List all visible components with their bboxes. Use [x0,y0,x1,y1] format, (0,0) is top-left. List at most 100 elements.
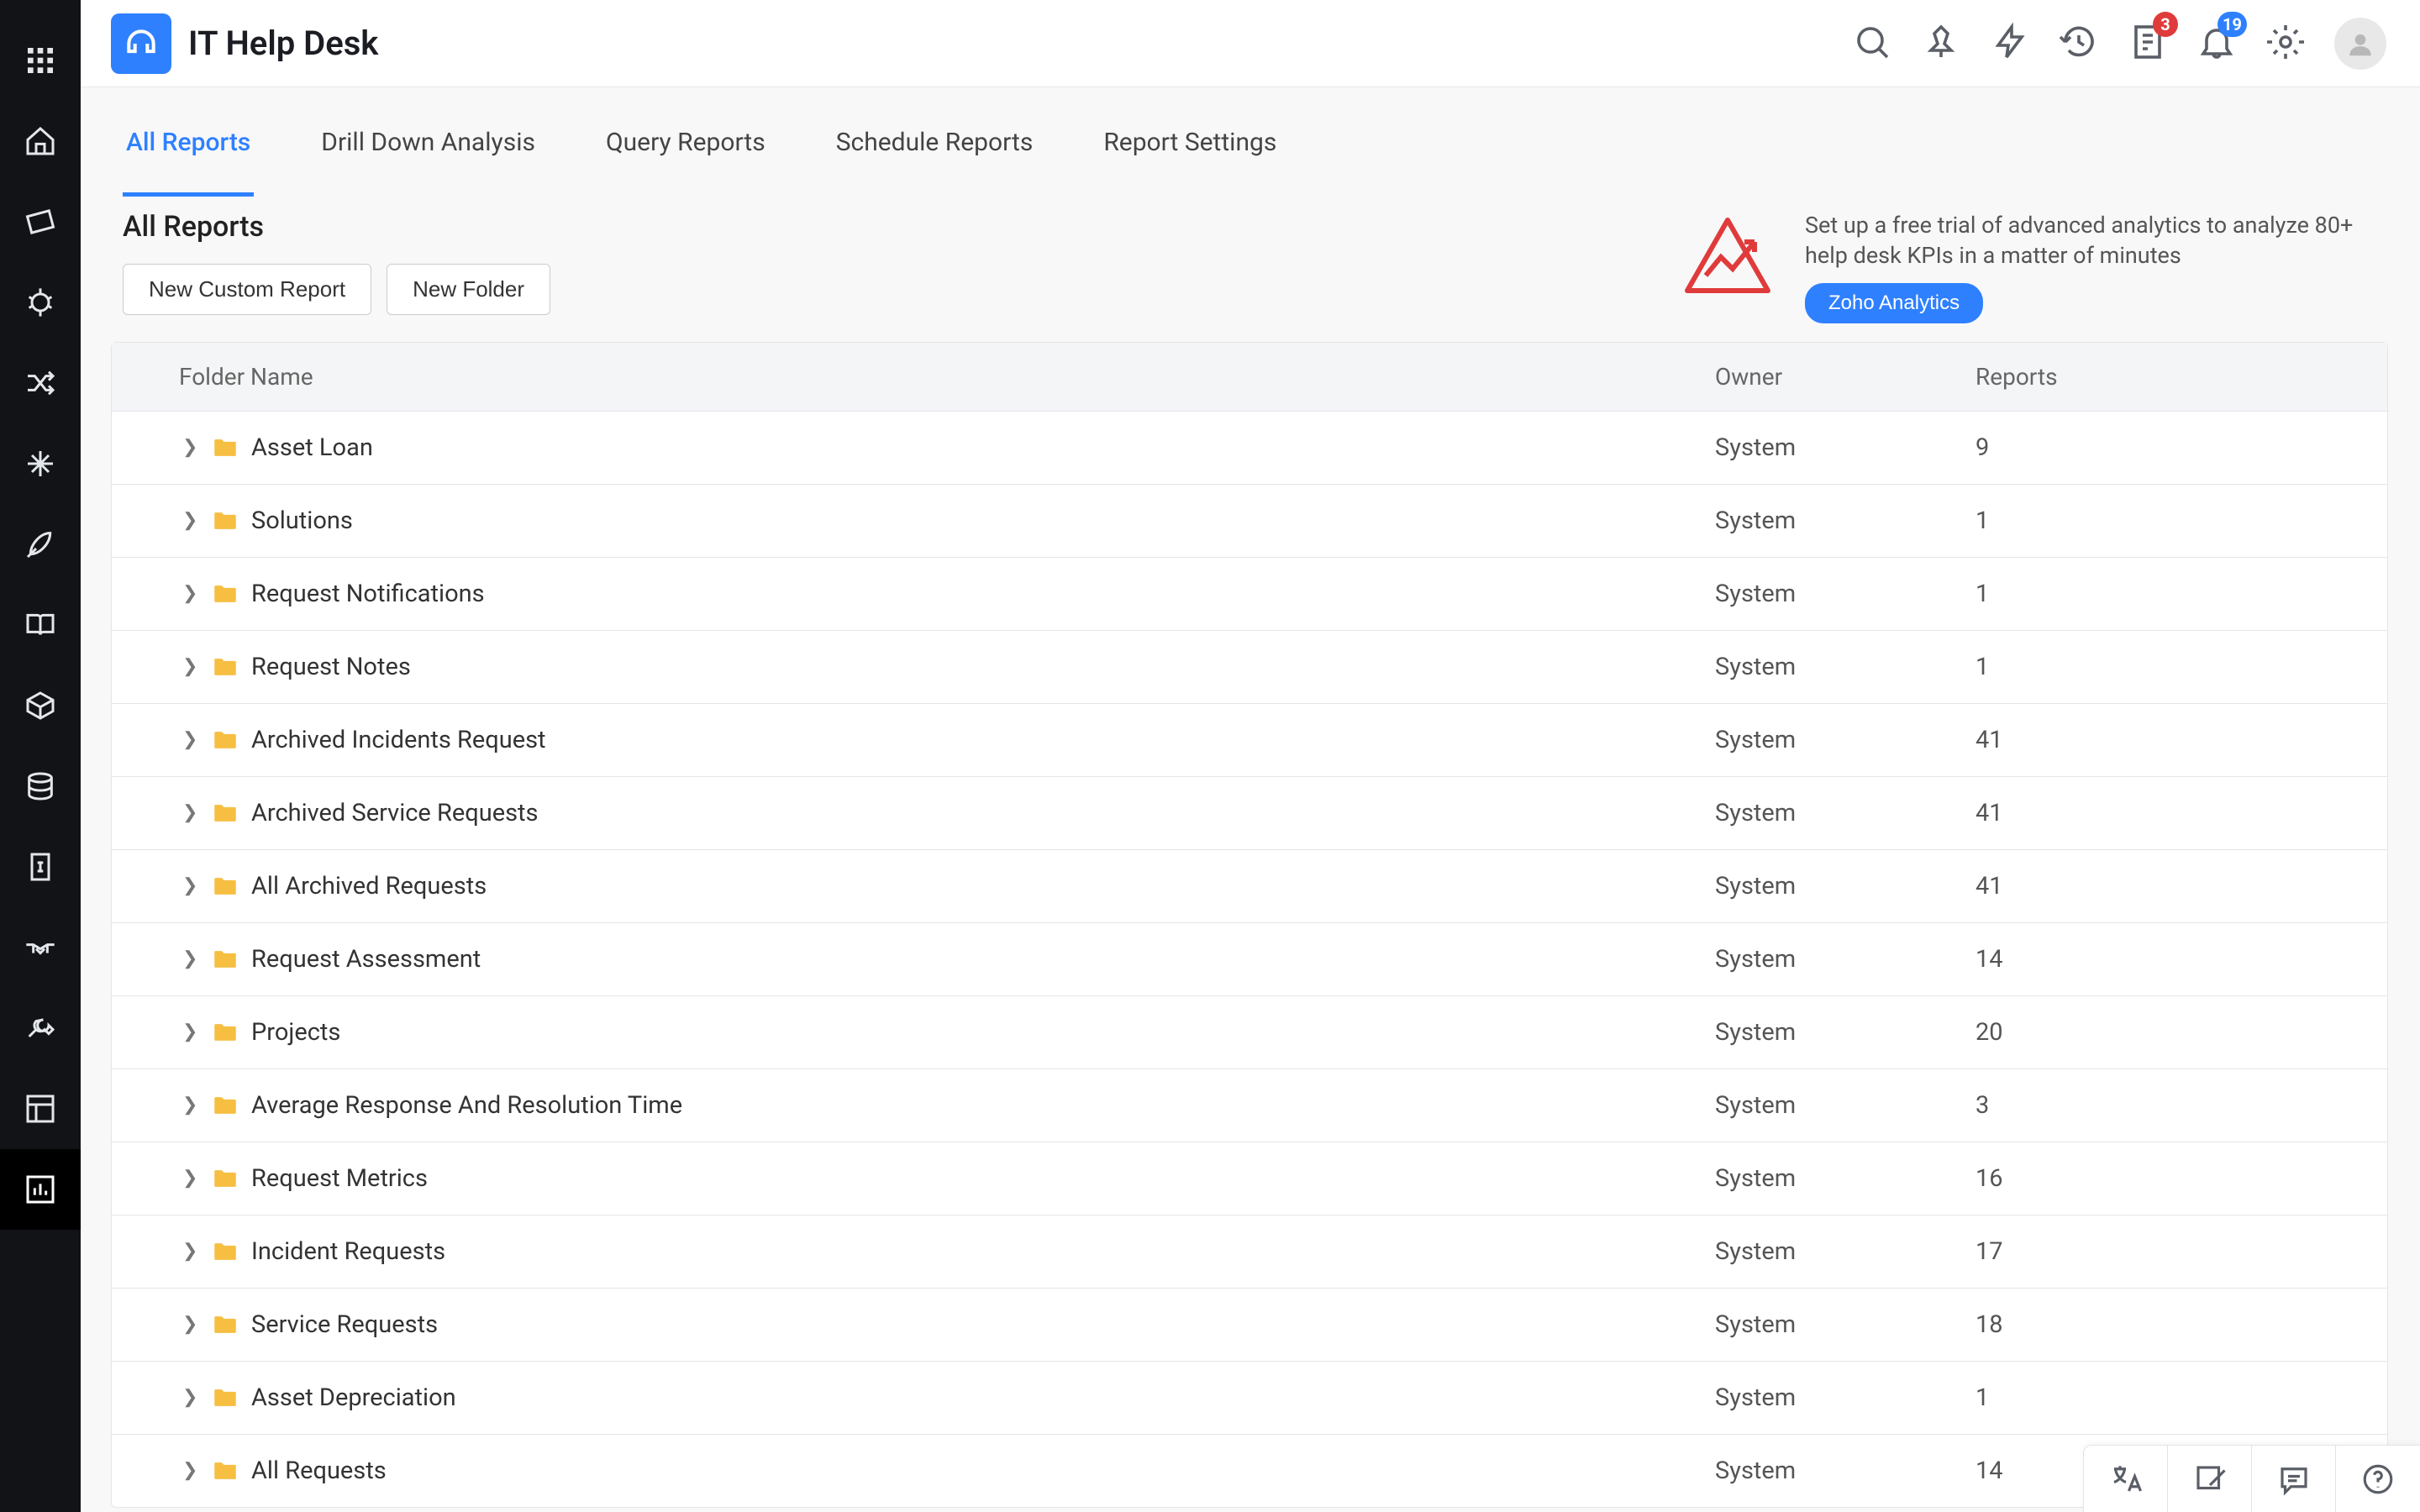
folder-icon [211,1237,239,1266]
table-header: Folder Name Owner Reports [112,343,2387,412]
history-icon[interactable] [2059,22,2099,66]
chevron-right-icon[interactable]: ❯ [182,1387,199,1408]
content-scroll[interactable]: All Reports Drill Down Analysis Query Re… [81,87,2420,1512]
folder-icon [211,1091,239,1120]
new-custom-report-button[interactable]: New Custom Report [123,264,371,315]
compose-icon[interactable] [2168,1446,2252,1512]
table-row[interactable]: ❯ Asset Depreciation System1 [112,1362,2387,1435]
folder-icon [211,580,239,608]
tasks-icon[interactable]: 3 [2128,22,2168,66]
notifications-badge: 19 [2217,12,2247,37]
cube-icon[interactable] [0,665,81,746]
col-reports[interactable]: Reports [1975,343,2387,411]
chevron-right-icon[interactable]: ❯ [182,1095,199,1116]
table-row[interactable]: ❯Incident RequestsSystem17 [112,1215,2387,1289]
zoho-analytics-button[interactable]: Zoho Analytics [1805,283,1983,323]
table-row[interactable]: ❯SolutionsSystem1 [112,485,2387,558]
apps-grid-icon[interactable] [0,20,81,101]
wrench-icon[interactable] [0,988,81,1068]
folder-owner: System [1715,1215,1975,1288]
col-owner[interactable]: Owner [1715,343,1975,411]
folder-report-count: 3 [1975,1069,2387,1142]
folder-icon [211,1383,239,1412]
col-folder-name[interactable]: Folder Name [112,343,1715,411]
app-logo[interactable] [111,13,171,74]
folder-report-count: 17 [1975,1215,2387,1288]
folder-icon [211,1457,239,1485]
new-folder-button[interactable]: New Folder [387,264,550,315]
folder-report-count: 1 [1975,1362,2387,1434]
handshake-icon[interactable] [0,907,81,988]
chevron-right-icon[interactable]: ❯ [182,437,199,458]
tab-query-reports[interactable]: Query Reports [602,113,769,197]
chevron-right-icon[interactable]: ❯ [182,1168,199,1189]
translate-icon[interactable] [2084,1446,2168,1512]
page-title: All Reports [123,210,1649,244]
analytics-promo: Set up a free trial of advanced analytic… [1676,210,2390,323]
chevron-right-icon[interactable]: ❯ [182,656,199,677]
chevron-right-icon[interactable]: ❯ [182,510,199,531]
avatar[interactable] [2334,18,2386,70]
table-row[interactable]: ❯Asset LoanSystem9 [112,412,2387,485]
chevron-right-icon[interactable]: ❯ [182,802,199,823]
folder-report-count: 1 [1975,558,2387,630]
rocket-icon[interactable] [0,504,81,585]
folder-icon [211,433,239,462]
folder-owner: System [1715,631,1975,703]
table-row[interactable]: ❯All RequestsSystem14 [112,1435,2387,1507]
tab-drill-down[interactable]: Drill Down Analysis [318,113,539,197]
tasks-badge: 3 [2153,12,2178,37]
shuffle-icon[interactable] [0,343,81,423]
folder-name: All Requests [251,1457,387,1485]
reports-icon[interactable] [0,1149,81,1230]
folder-owner: System [1715,1362,1975,1434]
table-row[interactable]: ❯Archived Service RequestsSystem41 [112,777,2387,850]
table-row[interactable]: ❯All Archived RequestsSystem41 [112,850,2387,923]
table-row[interactable]: ❯Request NotesSystem1 [112,631,2387,704]
bug-icon[interactable] [0,262,81,343]
invoice-icon[interactable] [0,827,81,907]
chevron-right-icon[interactable]: ❯ [182,1460,199,1481]
book-icon[interactable] [0,585,81,665]
folder-owner: System [1715,558,1975,630]
folder-icon [211,872,239,900]
database-icon[interactable] [0,746,81,827]
table-row[interactable]: ❯Request MetricsSystem16 [112,1142,2387,1215]
tools-icon[interactable] [0,423,81,504]
tab-schedule-reports[interactable]: Schedule Reports [833,113,1037,197]
folder-icon [211,945,239,974]
chevron-right-icon[interactable]: ❯ [182,583,199,604]
table-row[interactable]: ❯Service RequestsSystem18 [112,1289,2387,1362]
folder-icon [211,1310,239,1339]
table-row[interactable]: ❯Archived Incidents RequestSystem41 [112,704,2387,777]
search-icon[interactable] [1852,22,1892,66]
folder-name: Asset Depreciation [251,1383,456,1412]
tab-report-settings[interactable]: Report Settings [1100,113,1280,197]
pin-icon[interactable] [1921,22,1961,66]
folder-name: Service Requests [251,1310,438,1339]
chevron-right-icon[interactable]: ❯ [182,1241,199,1262]
table-row[interactable]: ❯ProjectsSystem20 [112,996,2387,1069]
layout-icon[interactable] [0,1068,81,1149]
tab-all-reports[interactable]: All Reports [123,113,254,197]
chevron-right-icon[interactable]: ❯ [182,1314,199,1335]
main-area: IT Help Desk 3 19 All Reports Dr [81,0,2420,1512]
table-row[interactable]: ❯Request AssessmentSystem14 [112,923,2387,996]
bolt-icon[interactable] [1990,22,2030,66]
chevron-right-icon[interactable]: ❯ [182,875,199,896]
chevron-right-icon[interactable]: ❯ [182,729,199,750]
table-row[interactable]: ❯Average Response And Resolution TimeSys… [112,1069,2387,1142]
chevron-right-icon[interactable]: ❯ [182,948,199,969]
folder-report-count: 9 [1975,412,2387,484]
chevron-right-icon[interactable]: ❯ [182,1021,199,1042]
bell-icon[interactable]: 19 [2196,22,2237,66]
chat-icon[interactable] [2252,1446,2336,1512]
table-row[interactable]: ❯Request NotificationsSystem1 [112,558,2387,631]
gear-icon[interactable] [2265,22,2306,66]
folder-icon [211,1164,239,1193]
home-icon[interactable] [0,101,81,181]
folder-name: Request Metrics [251,1164,428,1193]
ticket-icon[interactable] [0,181,81,262]
help-icon[interactable] [2336,1446,2420,1512]
folder-name: Average Response And Resolution Time [251,1091,682,1120]
